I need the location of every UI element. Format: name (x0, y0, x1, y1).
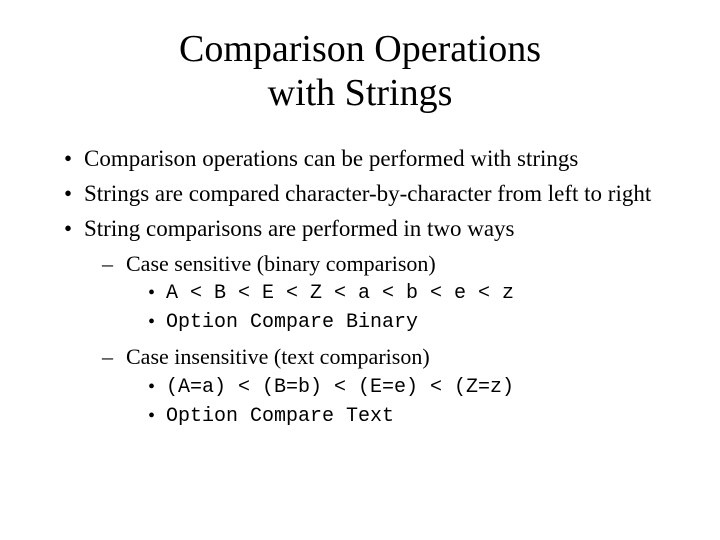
sub-bullet-text: Case sensitive (binary comparison) (126, 251, 436, 276)
bullet-text: Strings are compared character-by-charac… (84, 181, 651, 206)
slide: Comparison Operations with Strings Compa… (0, 0, 720, 540)
sub-bullet-text: Case insensitive (text comparison) (126, 344, 430, 369)
code-bullet-item: (A=a) < (B=b) < (E=e) < (Z=z) (154, 374, 672, 401)
code-bullet-item: Option Compare Text (154, 403, 672, 430)
bullet-item: String comparisons are performed in two … (70, 213, 672, 429)
sub-bullet-list: Case sensitive (binary comparison) A < B… (84, 249, 672, 430)
code-bullet-item: Option Compare Binary (154, 309, 672, 336)
bullet-text: Comparison operations can be performed w… (84, 146, 578, 171)
slide-title: Comparison Operations with Strings (48, 28, 672, 115)
code-bullet-list: A < B < E < Z < a < b < e < z Option Com… (126, 280, 672, 336)
code-bullet-item: A < B < E < Z < a < b < e < z (154, 280, 672, 307)
sub-bullet-item: Case sensitive (binary comparison) A < B… (112, 249, 672, 337)
bullet-item: Strings are compared character-by-charac… (70, 178, 672, 209)
bullet-list: Comparison operations can be performed w… (48, 143, 672, 430)
bullet-item: Comparison operations can be performed w… (70, 143, 672, 174)
code-bullet-list: (A=a) < (B=b) < (E=e) < (Z=z) Option Com… (126, 374, 672, 430)
sub-bullet-item: Case insensitive (text comparison) (A=a)… (112, 342, 672, 430)
title-line-1: Comparison Operations (179, 28, 541, 70)
bullet-text: String comparisons are performed in two … (84, 216, 515, 241)
title-line-2: with Strings (268, 72, 453, 114)
